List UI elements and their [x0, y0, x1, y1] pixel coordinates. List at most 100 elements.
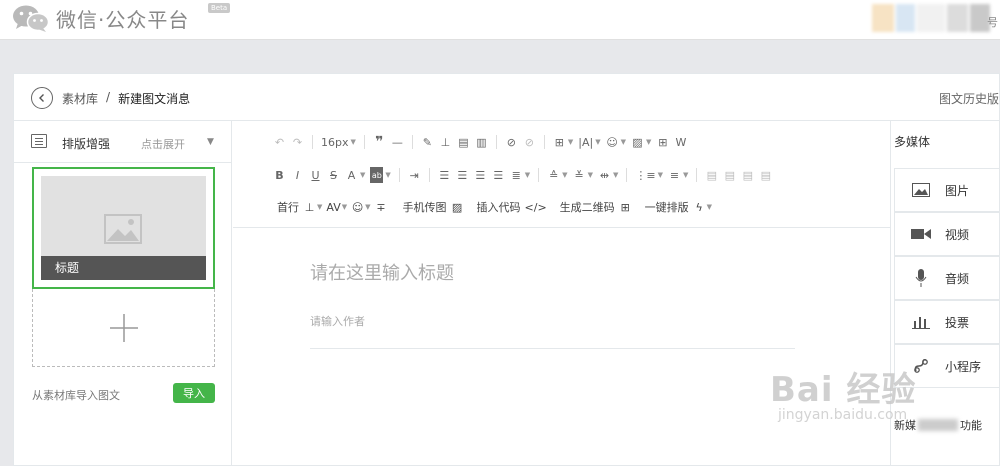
- one-click-layout-button[interactable]: 一键排版: [645, 199, 689, 215]
- toolbar-row-3: 首行 ⊥ ▼ AV ▼ ☺ ▼ ∓ 手机传图 ▨ 插入代码 </> 生成二维码 ⊞ 一…: [277, 199, 713, 215]
- align-center-icon[interactable]: ☰: [456, 167, 469, 183]
- paragraph-after-icon[interactable]: ≚: [573, 167, 586, 183]
- media-item-label: 小程序: [945, 359, 982, 374]
- bar-chart-icon: [910, 315, 932, 329]
- chevron-left-icon: [39, 94, 44, 102]
- beta-badge: Beta: [208, 3, 231, 13]
- float-center-icon[interactable]: ▤: [759, 167, 772, 183]
- float-right-icon[interactable]: ▤: [741, 167, 754, 183]
- mobile-upload-button[interactable]: 手机传图: [403, 199, 447, 215]
- indent-icon[interactable]: ⇥: [408, 167, 421, 183]
- clear-format-icon[interactable]: ⊥: [439, 134, 452, 150]
- font-size-select[interactable]: 16px: [321, 134, 349, 150]
- top-bar: 微信·公众平台 Beta 号: [0, 0, 1000, 40]
- article-list-sidebar: 排版增强 点击展开 ▼ 标题 从素材库导入图文 导入: [14, 121, 232, 466]
- article-history-link[interactable]: 图文历史版: [939, 90, 999, 107]
- media-item-label: 视频: [945, 227, 970, 242]
- breadcrumb: 素材库 / 新建图文消息: [62, 90, 190, 107]
- code-icon[interactable]: </>: [525, 199, 547, 215]
- column-spacing-icon[interactable]: ⊞: [553, 134, 566, 150]
- breadcrumb-current: 新建图文消息: [118, 92, 191, 106]
- layout-enhance-bar[interactable]: 排版增强 点击展开 ▼: [14, 121, 231, 163]
- emoji-icon[interactable]: ☺: [351, 199, 364, 215]
- paste-text-icon[interactable]: ▤: [457, 134, 470, 150]
- media-header: 多媒体: [894, 135, 931, 149]
- ordered-list-icon[interactable]: ⋮≡: [635, 167, 655, 183]
- breadcrumb-bar: 素材库 / 新建图文消息 图文历史版: [14, 74, 999, 121]
- image-icon: [910, 183, 932, 197]
- bold-icon[interactable]: B: [273, 167, 286, 183]
- editor-toolbar: ↶ ↷ 16px ▼ ❞ — ✎ ⊥ ▤ ▥ ⊘ ⊘ ⊞▼ |A|▼ ☺▼: [233, 121, 890, 228]
- blockquote-icon[interactable]: ❞: [373, 134, 386, 150]
- account-avatar-blurred[interactable]: [872, 4, 990, 32]
- image-placeholder-icon: [104, 214, 142, 244]
- background-color-icon[interactable]: ab: [370, 167, 384, 183]
- account-name-fragment[interactable]: 号: [987, 14, 998, 30]
- watermark-main: Bai 经验: [770, 370, 917, 410]
- spacing-icon[interactable]: ⊥: [303, 199, 316, 215]
- unordered-list-icon[interactable]: ≡: [668, 167, 681, 183]
- wechat-logo[interactable]: 微信·公众平台: [12, 3, 189, 33]
- font-size-value: 16px: [321, 135, 349, 149]
- microphone-icon: [910, 269, 932, 287]
- qrcode-icon[interactable]: ⊞: [619, 199, 632, 215]
- caret-down-icon[interactable]: ▼: [207, 137, 214, 147]
- redo-icon[interactable]: ↷: [291, 134, 304, 150]
- insert-image-icon[interactable]: ▨: [631, 134, 644, 150]
- media-item-vote[interactable]: 投票: [894, 300, 1000, 344]
- paragraph-before-icon[interactable]: ≙: [547, 167, 560, 183]
- insert-code-button[interactable]: 插入代码: [477, 199, 521, 215]
- expand-toggle[interactable]: 点击展开: [141, 136, 185, 152]
- align-left-icon[interactable]: ☰: [438, 167, 451, 183]
- underline-icon[interactable]: U: [309, 167, 322, 183]
- unlink-icon[interactable]: ⊘: [523, 134, 536, 150]
- import-button[interactable]: 导入: [173, 383, 215, 403]
- plus-icon: [109, 313, 138, 342]
- media-item-audio[interactable]: 音频: [894, 256, 1000, 300]
- divider-icon[interactable]: ∓: [375, 199, 388, 215]
- first-line-indent-button[interactable]: 首行: [277, 199, 299, 215]
- align-right-icon[interactable]: ☰: [474, 167, 487, 183]
- media-item-label: 音频: [945, 271, 970, 286]
- character-spacing-icon[interactable]: AV: [326, 199, 340, 215]
- document-icon[interactable]: ▥: [475, 134, 488, 150]
- article-card[interactable]: 标题: [32, 167, 215, 289]
- breadcrumb-separator: /: [106, 90, 111, 104]
- row-spacing-icon[interactable]: ⇹: [598, 167, 611, 183]
- wechat-icon: [13, 5, 50, 32]
- title-input[interactable]: 请在这里输入标题: [310, 259, 454, 285]
- add-article-button[interactable]: [32, 289, 215, 367]
- italic-icon[interactable]: I: [291, 167, 304, 183]
- new-function-suffix: 功能: [960, 419, 982, 432]
- breadcrumb-root[interactable]: 素材库: [62, 90, 98, 107]
- format-painter-icon[interactable]: ✎: [421, 134, 434, 150]
- link-icon[interactable]: ⊘: [505, 134, 518, 150]
- word-import-icon[interactable]: W: [674, 134, 687, 150]
- watermark-sub: jingyan.baidu.com: [778, 407, 908, 423]
- line-height-icon[interactable]: ≣: [510, 167, 523, 183]
- phone-upload-icon[interactable]: ▨: [451, 199, 464, 215]
- blurred-text: [918, 419, 958, 431]
- horizontal-rule-icon[interactable]: —: [391, 134, 404, 150]
- toolbar-row-2: B I U S A ▼ ab ▼ ⇥ ☰ ☰ ☰ ☰ ≣ ▼ ≙ ▼ ≚ ▼ ⇹ ▼ ⋮≡ ▼: [273, 165, 772, 185]
- media-item-video[interactable]: 视频: [894, 212, 1000, 256]
- lightning-icon[interactable]: ϟ: [693, 199, 706, 215]
- float-left-icon[interactable]: ▤: [705, 167, 718, 183]
- strikethrough-icon[interactable]: S: [327, 167, 340, 183]
- toolbar-row-1: ↶ ↷ 16px ▼ ❞ — ✎ ⊥ ▤ ▥ ⊘ ⊘ ⊞▼ |A|▼ ☺▼: [273, 134, 687, 150]
- article-title-overlay: 标题: [41, 256, 206, 280]
- emoji-icon[interactable]: ☺: [606, 134, 619, 150]
- align-justify-icon[interactable]: ☰: [492, 167, 505, 183]
- undo-icon[interactable]: ↶: [273, 134, 286, 150]
- author-input[interactable]: 请输入作者: [310, 313, 365, 329]
- video-icon: [910, 228, 932, 240]
- table-grid-icon[interactable]: ⊞: [656, 134, 669, 150]
- letter-spacing-icon[interactable]: |A|: [578, 134, 593, 150]
- app-title: 微信·公众平台: [56, 7, 190, 32]
- generate-qr-button[interactable]: 生成二维码: [560, 199, 615, 215]
- font-color-icon[interactable]: A: [345, 167, 358, 183]
- back-button[interactable]: [31, 87, 53, 109]
- import-from-library-text: 从素材库导入图文: [32, 389, 120, 402]
- media-item-image[interactable]: 图片: [894, 168, 1000, 212]
- float-none-icon[interactable]: ▤: [723, 167, 736, 183]
